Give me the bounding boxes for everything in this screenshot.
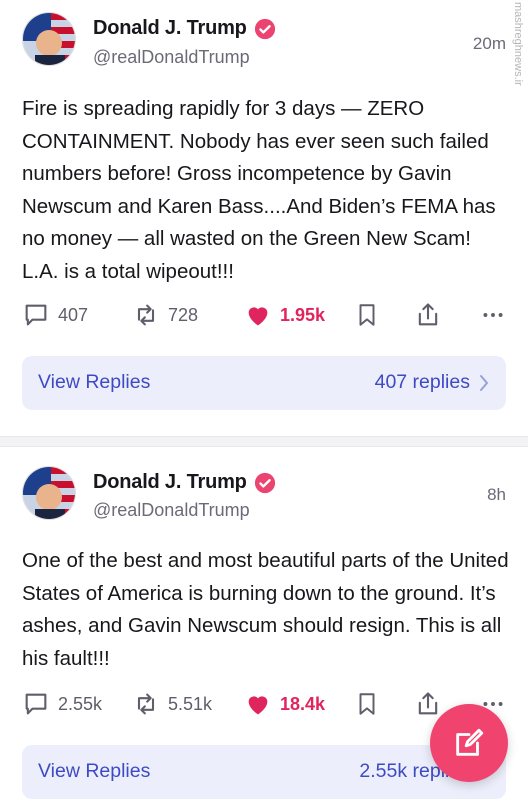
view-replies-bar[interactable]: View Replies 407 replies	[22, 356, 506, 410]
view-replies-label[interactable]: View Replies	[38, 760, 150, 783]
verified-badge-icon	[254, 18, 275, 39]
like-count: 18.4k	[280, 693, 326, 714]
bookmark-icon	[359, 693, 375, 715]
reply-count: 2.55k	[58, 693, 103, 714]
reply-button[interactable]: 2.55k	[22, 690, 102, 718]
compose-button[interactable]	[430, 704, 508, 782]
more-dots-icon	[483, 313, 503, 317]
repost-count: 5.51k	[168, 693, 213, 714]
bookmark-icon	[359, 304, 375, 326]
share-button[interactable]	[414, 690, 442, 718]
like-count: 1.95k	[280, 304, 326, 325]
repost-arrows-icon	[137, 304, 155, 326]
avatar[interactable]	[22, 466, 76, 520]
avatar[interactable]	[22, 12, 76, 66]
author-handle[interactable]: @realDonaldTrump	[93, 47, 250, 68]
reply-count: 407	[58, 304, 89, 325]
author-name-row[interactable]: Donald J. Trump	[93, 471, 276, 494]
reply-button[interactable]: 407	[22, 301, 88, 329]
bookmark-button[interactable]	[354, 301, 380, 329]
verified-badge-icon	[254, 472, 275, 493]
chevron-right-icon	[480, 375, 488, 391]
post: Donald J. Trump @realDonaldTrump 20m Fir…	[0, 0, 528, 436]
bookmark-button[interactable]	[354, 690, 380, 718]
speech-bubble-icon	[25, 693, 47, 715]
repost-button[interactable]: 728	[132, 301, 198, 329]
heart-icon	[248, 307, 268, 326]
watermark: mashreghnews.ir	[512, 2, 524, 86]
post-text: Fire is spreading rapidly for 3 days — Z…	[22, 97, 496, 283]
author-handle[interactable]: @realDonaldTrump	[93, 500, 250, 521]
repost-arrows-icon	[137, 693, 155, 715]
author-name-row[interactable]: Donald J. Trump	[93, 17, 276, 40]
post-separator	[0, 436, 528, 447]
like-button[interactable]: 1.95k	[244, 301, 325, 329]
post-text: One of the best and most beautiful parts…	[22, 549, 509, 670]
view-replies-label[interactable]: View Replies	[38, 371, 150, 394]
more-button[interactable]	[480, 301, 506, 329]
repost-button[interactable]: 5.51k	[132, 690, 212, 718]
speech-bubble-icon	[25, 304, 47, 326]
repost-count: 728	[168, 304, 199, 325]
heart-icon	[248, 696, 268, 715]
author-name[interactable]: Donald J. Trump	[93, 17, 247, 40]
replies-count-label[interactable]: 407 replies	[375, 371, 470, 394]
share-icon	[418, 692, 438, 715]
share-icon	[418, 303, 438, 326]
author-name[interactable]: Donald J. Trump	[93, 471, 247, 494]
post-actions: 407 728 1.95k	[22, 301, 506, 331]
like-button[interactable]: 18.4k	[244, 690, 325, 718]
post-timestamp: 8h	[487, 485, 506, 504]
compose-pencil-icon	[456, 728, 484, 756]
post-actions: 2.55k 5.51k 18.4k	[22, 690, 506, 720]
share-button[interactable]	[414, 301, 442, 329]
